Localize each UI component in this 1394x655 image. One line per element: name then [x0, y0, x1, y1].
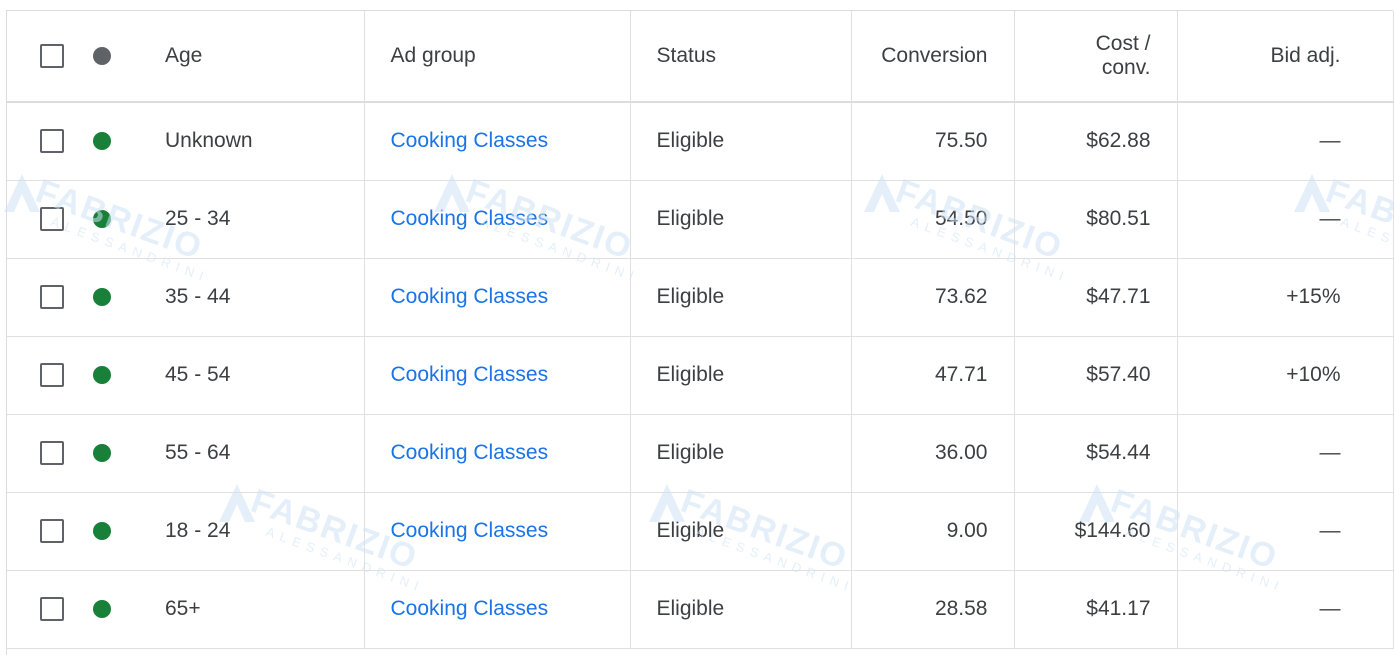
status-header-cell	[87, 11, 155, 103]
table-row: 18 - 24 Cooking Classes Eligible 9.00 $1…	[7, 492, 1394, 571]
row-checkbox[interactable]	[40, 441, 64, 465]
age-cell: Unknown	[155, 102, 365, 181]
status-cell: Eligible	[630, 336, 852, 415]
cost-header-line2: conv.	[1101, 56, 1151, 79]
status-enabled-icon	[93, 600, 111, 618]
conversions-cell: 36.00	[851, 414, 1015, 493]
table-row: Unknown Cooking Classes Eligible 75.50 $…	[7, 102, 1394, 181]
status-cell: Eligible	[630, 180, 852, 259]
conversions-cell: 75.50	[851, 102, 1015, 181]
ad-group-link[interactable]: Cooking Classes	[391, 207, 549, 230]
row-checkbox[interactable]	[40, 129, 64, 154]
status-cell: Eligible	[630, 492, 852, 571]
ad-group-link[interactable]: Cooking Classes	[391, 519, 549, 542]
age-cell: 35 - 44	[155, 258, 365, 337]
status-enabled-icon	[93, 210, 111, 228]
age-cell: 18 - 24	[155, 492, 365, 571]
status-enabled-icon	[93, 366, 111, 384]
status-enabled-icon	[93, 288, 111, 306]
select-all-cell	[7, 11, 87, 103]
status-enabled-icon	[93, 132, 111, 151]
cost-per-conv-cell: $57.40	[1014, 336, 1178, 415]
cost-per-conv-cell: $144.60	[1014, 492, 1178, 571]
age-cell: 25 - 34	[155, 180, 365, 259]
row-checkbox[interactable]	[40, 285, 64, 309]
cost-per-conv-cell: $47.71	[1014, 258, 1178, 337]
column-header-cost-per-conv[interactable]: Cost / conv.	[1014, 11, 1178, 103]
ad-group-link[interactable]: Cooking Classes	[391, 597, 549, 620]
row-checkbox[interactable]	[40, 207, 64, 231]
bid-adj-cell[interactable]: —	[1177, 570, 1394, 649]
row-checkbox[interactable]	[40, 519, 64, 543]
bid-adj-cell[interactable]: —	[1177, 102, 1394, 181]
age-cell: 45 - 54	[155, 336, 365, 415]
cost-per-conv-cell: $80.51	[1014, 180, 1178, 259]
column-header-ad-group[interactable]: Ad group	[364, 11, 631, 103]
conversions-cell: 54.50	[851, 180, 1015, 259]
table-row: 45 - 54 Cooking Classes Eligible 47.71 $…	[7, 336, 1394, 415]
age-cell: 65+	[155, 570, 365, 649]
status-cell: Eligible	[630, 102, 852, 181]
column-header-bid-adj[interactable]: Bid adj.	[1177, 11, 1394, 103]
conversions-cell: 73.62	[851, 258, 1015, 337]
table-row: 65+ Cooking Classes Eligible 28.58 $41.1…	[7, 570, 1394, 649]
cost-per-conv-cell: $54.44	[1014, 414, 1178, 493]
age-report-table: Age Ad group Status Conversion Cost / co…	[7, 11, 1394, 649]
column-header-conversions-label: Conversion	[881, 44, 988, 67]
cost-per-conv-cell: $41.17	[1014, 570, 1178, 649]
column-header-age[interactable]: Age	[155, 11, 365, 103]
status-cell: Eligible	[630, 414, 852, 493]
table-header-row: Age Ad group Status Conversion Cost / co…	[7, 11, 1394, 103]
table-row: 25 - 34 Cooking Classes Eligible 54.50 $…	[7, 180, 1394, 259]
cost-per-conv-cell: $62.88	[1014, 102, 1178, 181]
bid-adj-cell[interactable]: —	[1177, 414, 1394, 493]
table-row: 55 - 64 Cooking Classes Eligible 36.00 $…	[7, 414, 1394, 493]
cost-header-line1: Cost /	[1095, 32, 1151, 55]
bid-adj-cell[interactable]: +10%	[1177, 336, 1394, 415]
status-dot-icon[interactable]	[93, 47, 111, 65]
row-checkbox[interactable]	[40, 597, 64, 621]
status-cell: Eligible	[630, 570, 852, 649]
status-enabled-icon	[93, 444, 111, 462]
select-all-checkbox[interactable]	[40, 44, 64, 68]
conversions-cell: 47.71	[851, 336, 1015, 415]
ad-group-link[interactable]: Cooking Classes	[391, 285, 549, 308]
conversions-cell: 28.58	[851, 570, 1015, 649]
status-enabled-icon	[93, 522, 111, 540]
status-cell: Eligible	[630, 258, 852, 337]
table-row: 35 - 44 Cooking Classes Eligible 73.62 $…	[7, 258, 1394, 337]
ad-group-link[interactable]: Cooking Classes	[391, 129, 549, 152]
conversions-cell: 9.00	[851, 492, 1015, 571]
bid-adj-cell[interactable]: +15%	[1177, 258, 1394, 337]
ad-group-link[interactable]: Cooking Classes	[391, 441, 549, 464]
report-table-container: Age Ad group Status Conversion Cost / co…	[6, 10, 1394, 655]
bid-adj-cell[interactable]: —	[1177, 180, 1394, 259]
ad-group-link[interactable]: Cooking Classes	[391, 363, 549, 386]
column-header-conversions[interactable]: Conversion	[851, 11, 1015, 103]
age-cell: 55 - 64	[155, 414, 365, 493]
column-header-status[interactable]: Status	[630, 11, 852, 103]
row-checkbox[interactable]	[40, 363, 64, 387]
bid-adj-cell[interactable]: —	[1177, 492, 1394, 571]
